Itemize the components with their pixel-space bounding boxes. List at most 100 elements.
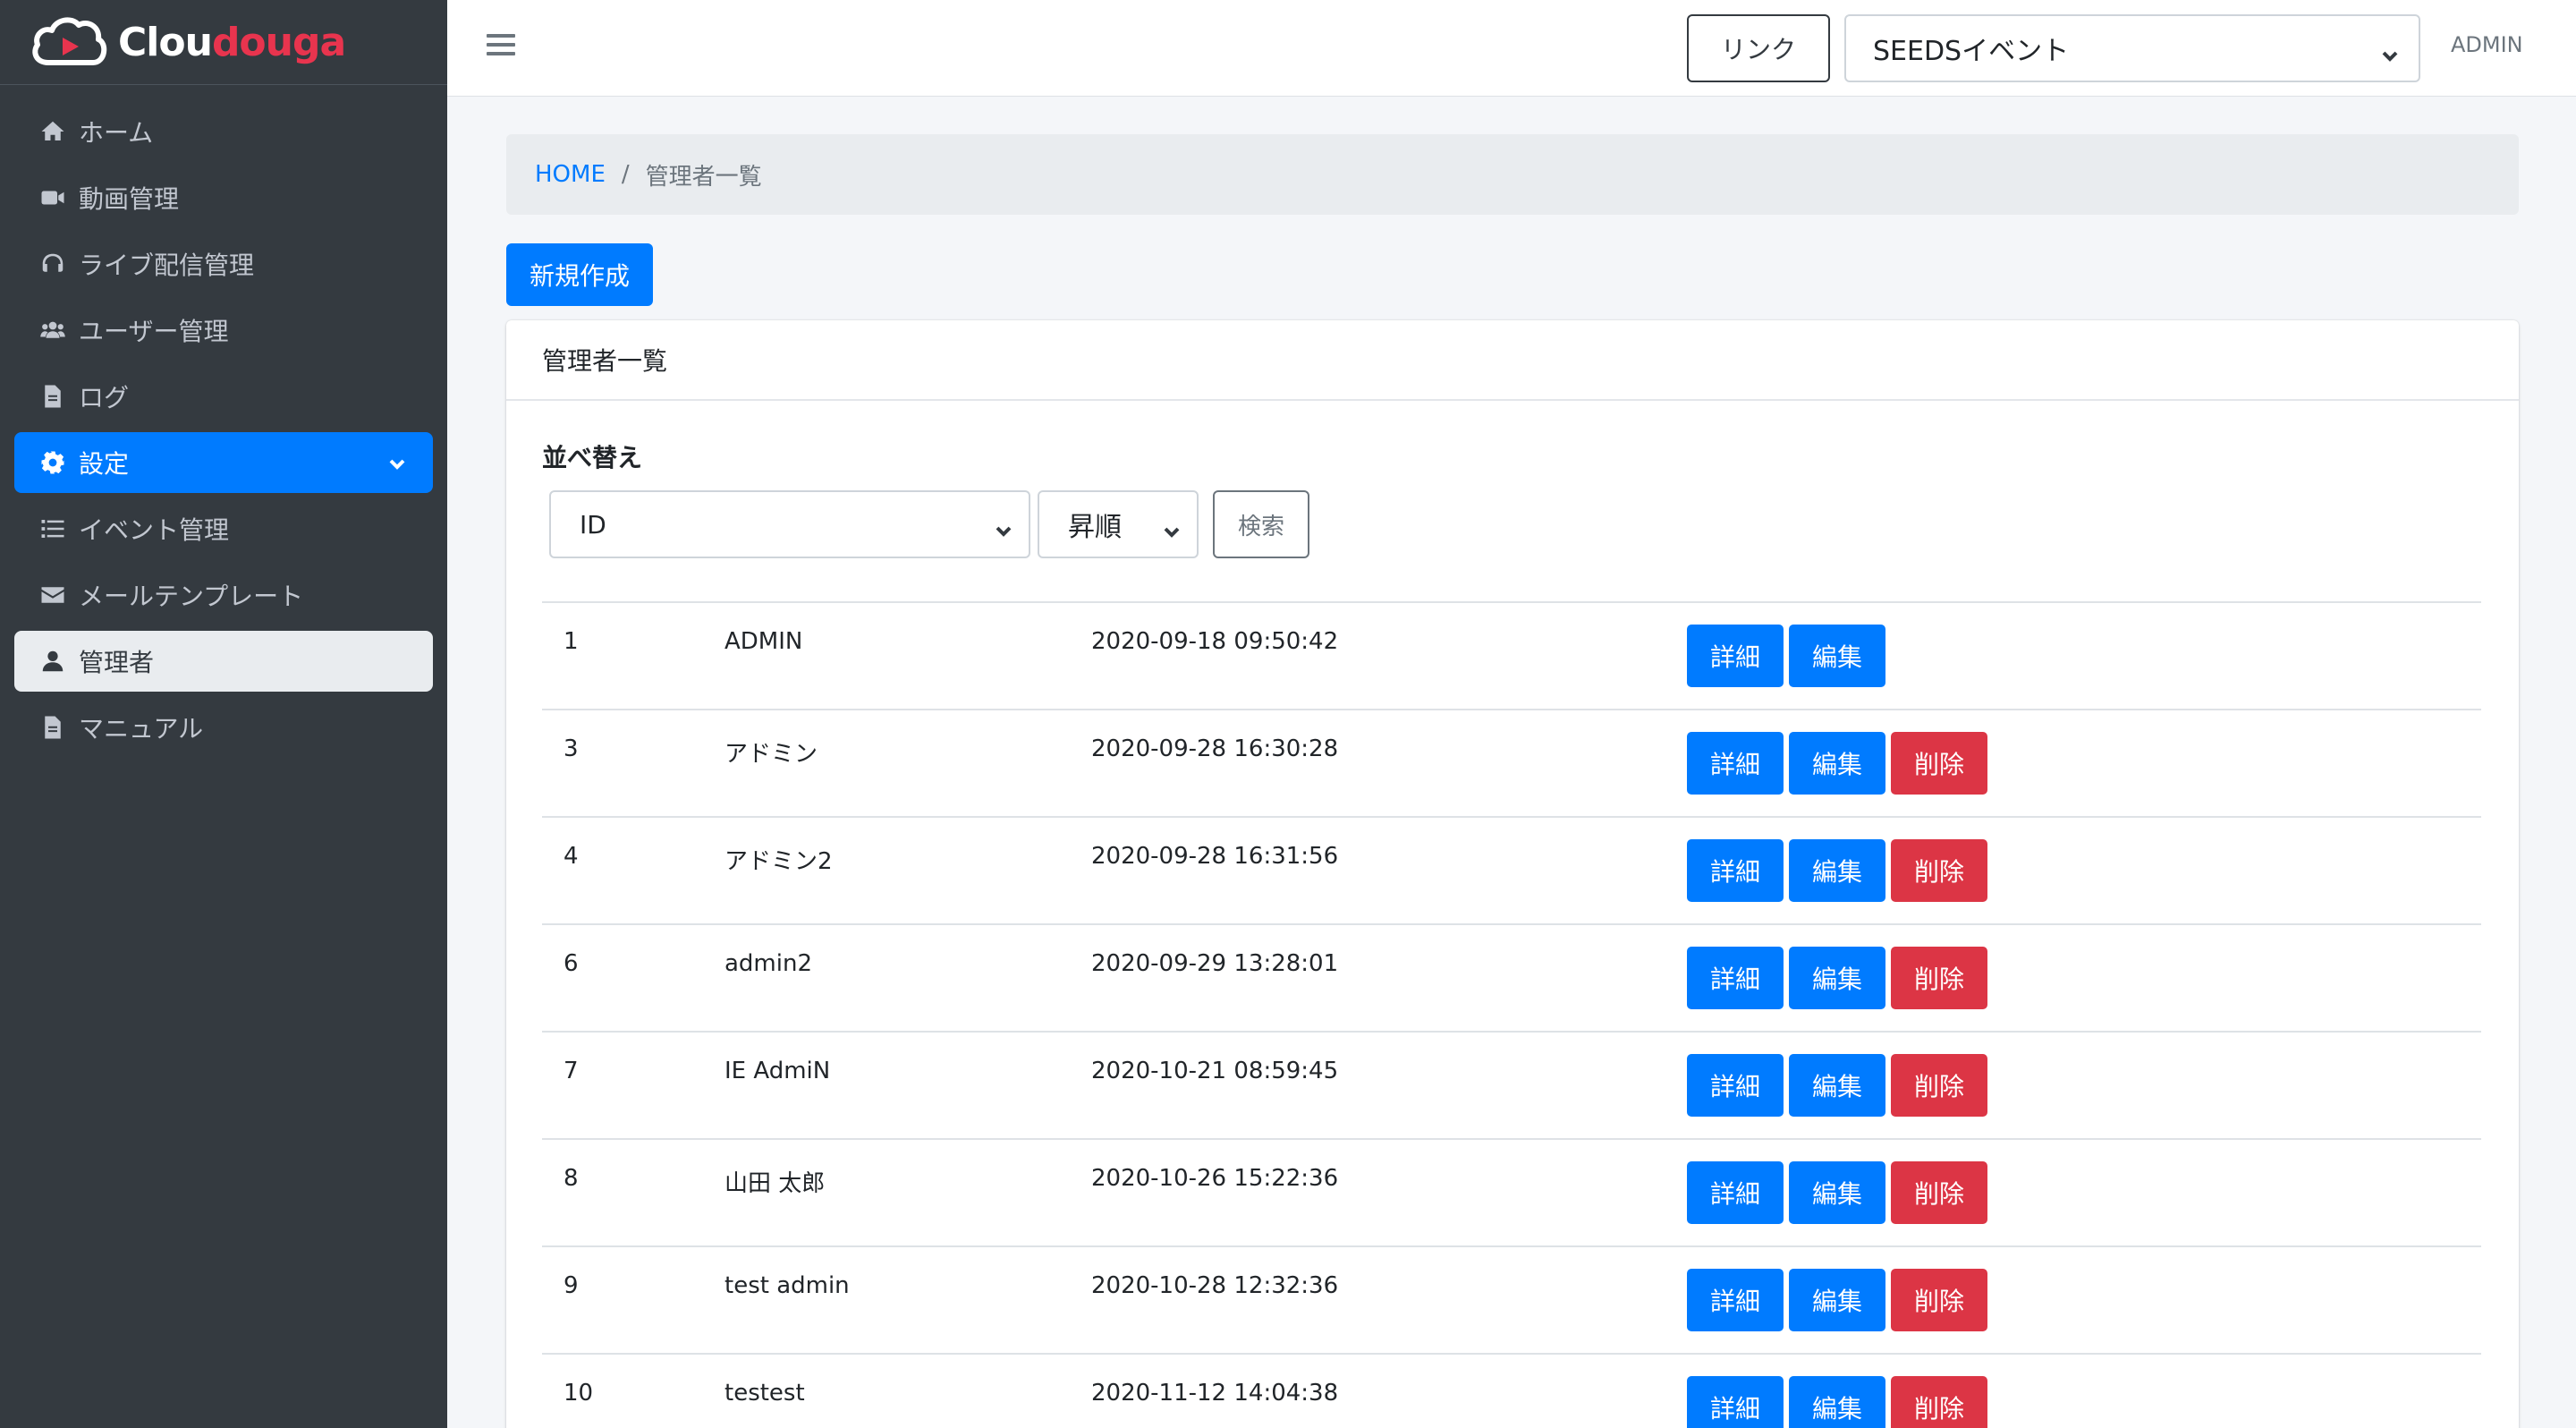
sidebar-item-label: 設定	[79, 449, 130, 479]
delete-button[interactable]: 削除	[1891, 732, 1987, 795]
sidebar-item-label: マニュアル	[79, 714, 204, 744]
row-name: アドミン	[724, 741, 818, 768]
table-row: 3 アドミン 2020-09-28 16:30:28 詳細 編集 削除	[542, 709, 2481, 816]
row-id: 7	[564, 1058, 579, 1084]
sort-label: 並べ替え	[542, 443, 643, 472]
row-name: 山田 太郎	[724, 1170, 826, 1197]
create-new-button[interactable]: 新規作成	[506, 243, 653, 306]
delete-button[interactable]: 削除	[1891, 1269, 1987, 1331]
detail-button[interactable]: 詳細	[1687, 947, 1784, 1009]
video-icon	[38, 183, 68, 213]
row-id: 6	[564, 950, 579, 977]
detail-button[interactable]: 詳細	[1687, 839, 1784, 902]
event-select[interactable]: SEEDSイベント	[1844, 14, 2420, 82]
detail-button[interactable]: 詳細	[1687, 625, 1784, 687]
sidebar-item-settings[interactable]: 設定	[14, 432, 433, 493]
breadcrumb-current: 管理者一覧	[645, 163, 762, 191]
sidebar-item-events[interactable]: イベント管理	[14, 498, 433, 559]
sidebar-item-mail-template[interactable]: メールテンプレート	[14, 565, 433, 625]
sidebar-item-manual[interactable]: マニュアル	[14, 697, 433, 758]
table-row: 9 test admin 2020-10-28 12:32:36 詳細 編集 削除	[542, 1245, 2481, 1353]
row-name: admin2	[724, 950, 813, 977]
breadcrumb: HOME / 管理者一覧	[506, 134, 2519, 215]
edit-button[interactable]: 編集	[1789, 1269, 1885, 1331]
sidebar-item-label: メールテンプレート	[79, 582, 304, 611]
row-actions: 詳細 編集 削除	[1687, 732, 1993, 795]
list-icon	[38, 514, 68, 544]
gear-icon	[38, 447, 68, 478]
headset-icon	[38, 249, 68, 279]
edit-button[interactable]: 編集	[1789, 732, 1885, 795]
sidebar-item-live[interactable]: ライブ配信管理	[14, 234, 433, 294]
sidebar-item-label: イベント管理	[79, 515, 230, 545]
row-name: test admin	[724, 1272, 850, 1299]
search-button[interactable]: 検索	[1213, 490, 1309, 558]
users-icon	[38, 315, 68, 345]
sidebar-item-log[interactable]: ログ	[14, 366, 433, 427]
delete-button[interactable]: 削除	[1891, 947, 1987, 1009]
detail-button[interactable]: 詳細	[1687, 1376, 1784, 1428]
row-date: 2020-09-18 09:50:42	[1091, 628, 1339, 655]
sidebar-item-label: ユーザー管理	[79, 317, 229, 346]
row-actions: 詳細 編集 削除	[1687, 1376, 1993, 1428]
row-actions: 詳細 編集 削除	[1687, 947, 1993, 1009]
row-name: testest	[724, 1380, 805, 1407]
table-row: 8 山田 太郎 2020-10-26 15:22:36 詳細 編集 削除	[542, 1138, 2481, 1245]
row-name: アドミン2	[724, 848, 833, 875]
sidebar-item-home[interactable]: ホーム	[14, 101, 433, 162]
sidebar-item-label: ログ	[79, 383, 130, 412]
sort-order-value: 昇順	[1068, 512, 1122, 543]
event-select-value: SEEDSイベント	[1873, 36, 2070, 67]
breadcrumb-separator: /	[621, 161, 630, 188]
row-actions: 詳細 編集 削除	[1687, 1161, 1993, 1224]
edit-button[interactable]: 編集	[1789, 625, 1885, 687]
sort-field-select[interactable]: ID	[549, 490, 1030, 558]
sidebar-item-videos[interactable]: 動画管理	[14, 167, 433, 228]
sidebar-item-label: ライブ配信管理	[79, 251, 255, 280]
sidebar: Cloudouga ホーム 動画管理 ライブ配信管理 ユーザー管理 ログ 設定 …	[0, 0, 447, 1428]
edit-button[interactable]: 編集	[1789, 1376, 1885, 1428]
admin-list-card: 管理者一覧 並べ替え ID 昇順 検索 1 ADMIN 2020-09-18 09:…	[506, 320, 2519, 1428]
top-navbar: リンク SEEDSイベント ADMIN	[447, 0, 2576, 97]
sort-order-select[interactable]: 昇順	[1038, 490, 1199, 558]
detail-button[interactable]: 詳細	[1687, 1054, 1784, 1117]
nav-list: ホーム 動画管理 ライブ配信管理 ユーザー管理 ログ 設定 イベント管理 メール…	[0, 101, 447, 758]
delete-button[interactable]: 削除	[1891, 1376, 1987, 1428]
file-icon	[38, 381, 68, 412]
row-actions: 詳細 編集 削除	[1687, 1269, 1993, 1331]
edit-button[interactable]: 編集	[1789, 1161, 1885, 1224]
delete-button[interactable]: 削除	[1891, 839, 1987, 902]
chevron-down-icon	[2381, 41, 2399, 62]
row-id: 3	[564, 735, 579, 762]
delete-button[interactable]: 削除	[1891, 1054, 1987, 1117]
brand[interactable]: Cloudouga	[0, 0, 447, 85]
hamburger-menu-icon[interactable]	[487, 34, 515, 59]
link-button[interactable]: リンク	[1687, 14, 1830, 82]
edit-button[interactable]: 編集	[1789, 1054, 1885, 1117]
chevron-down-icon	[995, 517, 1013, 537]
row-id: 1	[564, 628, 579, 655]
detail-button[interactable]: 詳細	[1687, 1269, 1784, 1331]
row-name: ADMIN	[724, 628, 803, 655]
breadcrumb-home-link[interactable]: HOME	[535, 161, 606, 188]
edit-button[interactable]: 編集	[1789, 839, 1885, 902]
delete-button[interactable]: 削除	[1891, 1161, 1987, 1224]
row-actions: 詳細 編集	[1687, 625, 1891, 687]
row-date: 2020-09-29 13:28:01	[1091, 950, 1339, 977]
sidebar-item-label: ホーム	[79, 118, 154, 148]
row-date: 2020-11-12 14:04:38	[1091, 1380, 1339, 1407]
row-date: 2020-10-28 12:32:36	[1091, 1272, 1339, 1299]
user-icon	[38, 646, 68, 676]
detail-button[interactable]: 詳細	[1687, 1161, 1784, 1224]
edit-button[interactable]: 編集	[1789, 947, 1885, 1009]
chevron-down-icon	[386, 452, 408, 473]
user-menu[interactable]: ADMIN	[2451, 32, 2523, 57]
card-title: 管理者一覧	[506, 320, 2519, 401]
sidebar-item-admins[interactable]: 管理者	[14, 631, 433, 692]
row-date: 2020-10-21 08:59:45	[1091, 1058, 1339, 1084]
envelope-icon	[38, 580, 68, 610]
sidebar-item-users[interactable]: ユーザー管理	[14, 300, 433, 361]
row-id: 9	[564, 1272, 579, 1299]
detail-button[interactable]: 詳細	[1687, 732, 1784, 795]
table-row: 6 admin2 2020-09-29 13:28:01 詳細 編集 削除	[542, 923, 2481, 1031]
